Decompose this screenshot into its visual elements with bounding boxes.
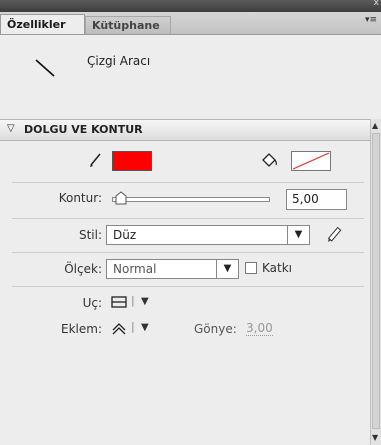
divider <box>12 252 364 253</box>
scale-dropdown[interactable]: Normal ▼ <box>106 259 239 279</box>
scroll-down-icon[interactable]: ▼ <box>372 433 378 442</box>
style-dropdown[interactable]: Düz ▼ <box>106 225 310 245</box>
separator: | <box>131 294 135 307</box>
panel-menu-icon[interactable]: ▾≡ <box>365 15 377 25</box>
panel-title-bar: x <box>0 0 381 12</box>
collapse-triangle-icon[interactable]: ▽ <box>7 123 15 134</box>
join-label: Eklem: <box>61 322 102 336</box>
fill-and-stroke-section-header[interactable]: ▽ DOLGU VE KONTUR <box>0 119 370 141</box>
divider <box>12 218 364 219</box>
chevron-down-icon[interactable]: ▼ <box>216 260 238 278</box>
slider-thumb[interactable] <box>115 191 127 205</box>
join-style-icon[interactable] <box>111 321 127 335</box>
stroke-color-swatch[interactable] <box>112 151 152 171</box>
vertical-scrollbar[interactable]: ▲ ▼ <box>370 119 381 445</box>
paint-bucket-icon <box>262 153 277 167</box>
fill-color-swatch[interactable] <box>291 151 331 171</box>
style-label: Stil: <box>78 228 102 242</box>
stroke-width-slider[interactable] <box>112 197 270 202</box>
style-value: Düz <box>113 228 137 242</box>
tab-library[interactable]: Kütüphane <box>85 16 171 34</box>
no-fill-slash-icon <box>292 152 330 170</box>
join-dropdown-arrow-icon[interactable]: ▼ <box>141 322 149 333</box>
scale-label: Ölçek: <box>64 262 102 276</box>
cap-style-icon[interactable] <box>111 296 127 308</box>
tab-strip: Özellikler Kütüphane <box>0 12 381 35</box>
miter-value[interactable]: 3,00 <box>246 322 273 336</box>
hinting-label: Katkı <box>262 261 292 275</box>
stroke-width-input[interactable]: 5,00 <box>286 189 347 210</box>
close-icon[interactable]: x <box>374 0 379 8</box>
tab-properties[interactable]: Özellikler <box>0 14 85 34</box>
chevron-down-icon[interactable]: ▼ <box>287 226 309 244</box>
pencil-icon <box>90 153 101 167</box>
scroll-up-icon[interactable]: ▲ <box>372 121 378 130</box>
miter-label: Gönye: <box>194 322 237 336</box>
edit-stroke-style-icon[interactable] <box>325 226 343 244</box>
cap-dropdown-arrow-icon[interactable]: ▼ <box>141 296 149 307</box>
divider <box>12 286 364 287</box>
scrollbar-thumb[interactable] <box>372 133 380 429</box>
line-tool-icon <box>35 59 55 77</box>
tool-name: Çizgi Aracı <box>87 54 151 68</box>
divider <box>12 182 364 183</box>
scale-value: Normal <box>113 262 157 276</box>
cap-label: Uç: <box>82 296 102 310</box>
stroke-width-label: Kontur: <box>58 191 102 205</box>
hinting-checkbox[interactable] <box>245 262 257 274</box>
section-title: DOLGU VE KONTUR <box>24 123 143 136</box>
separator: | <box>131 320 135 333</box>
